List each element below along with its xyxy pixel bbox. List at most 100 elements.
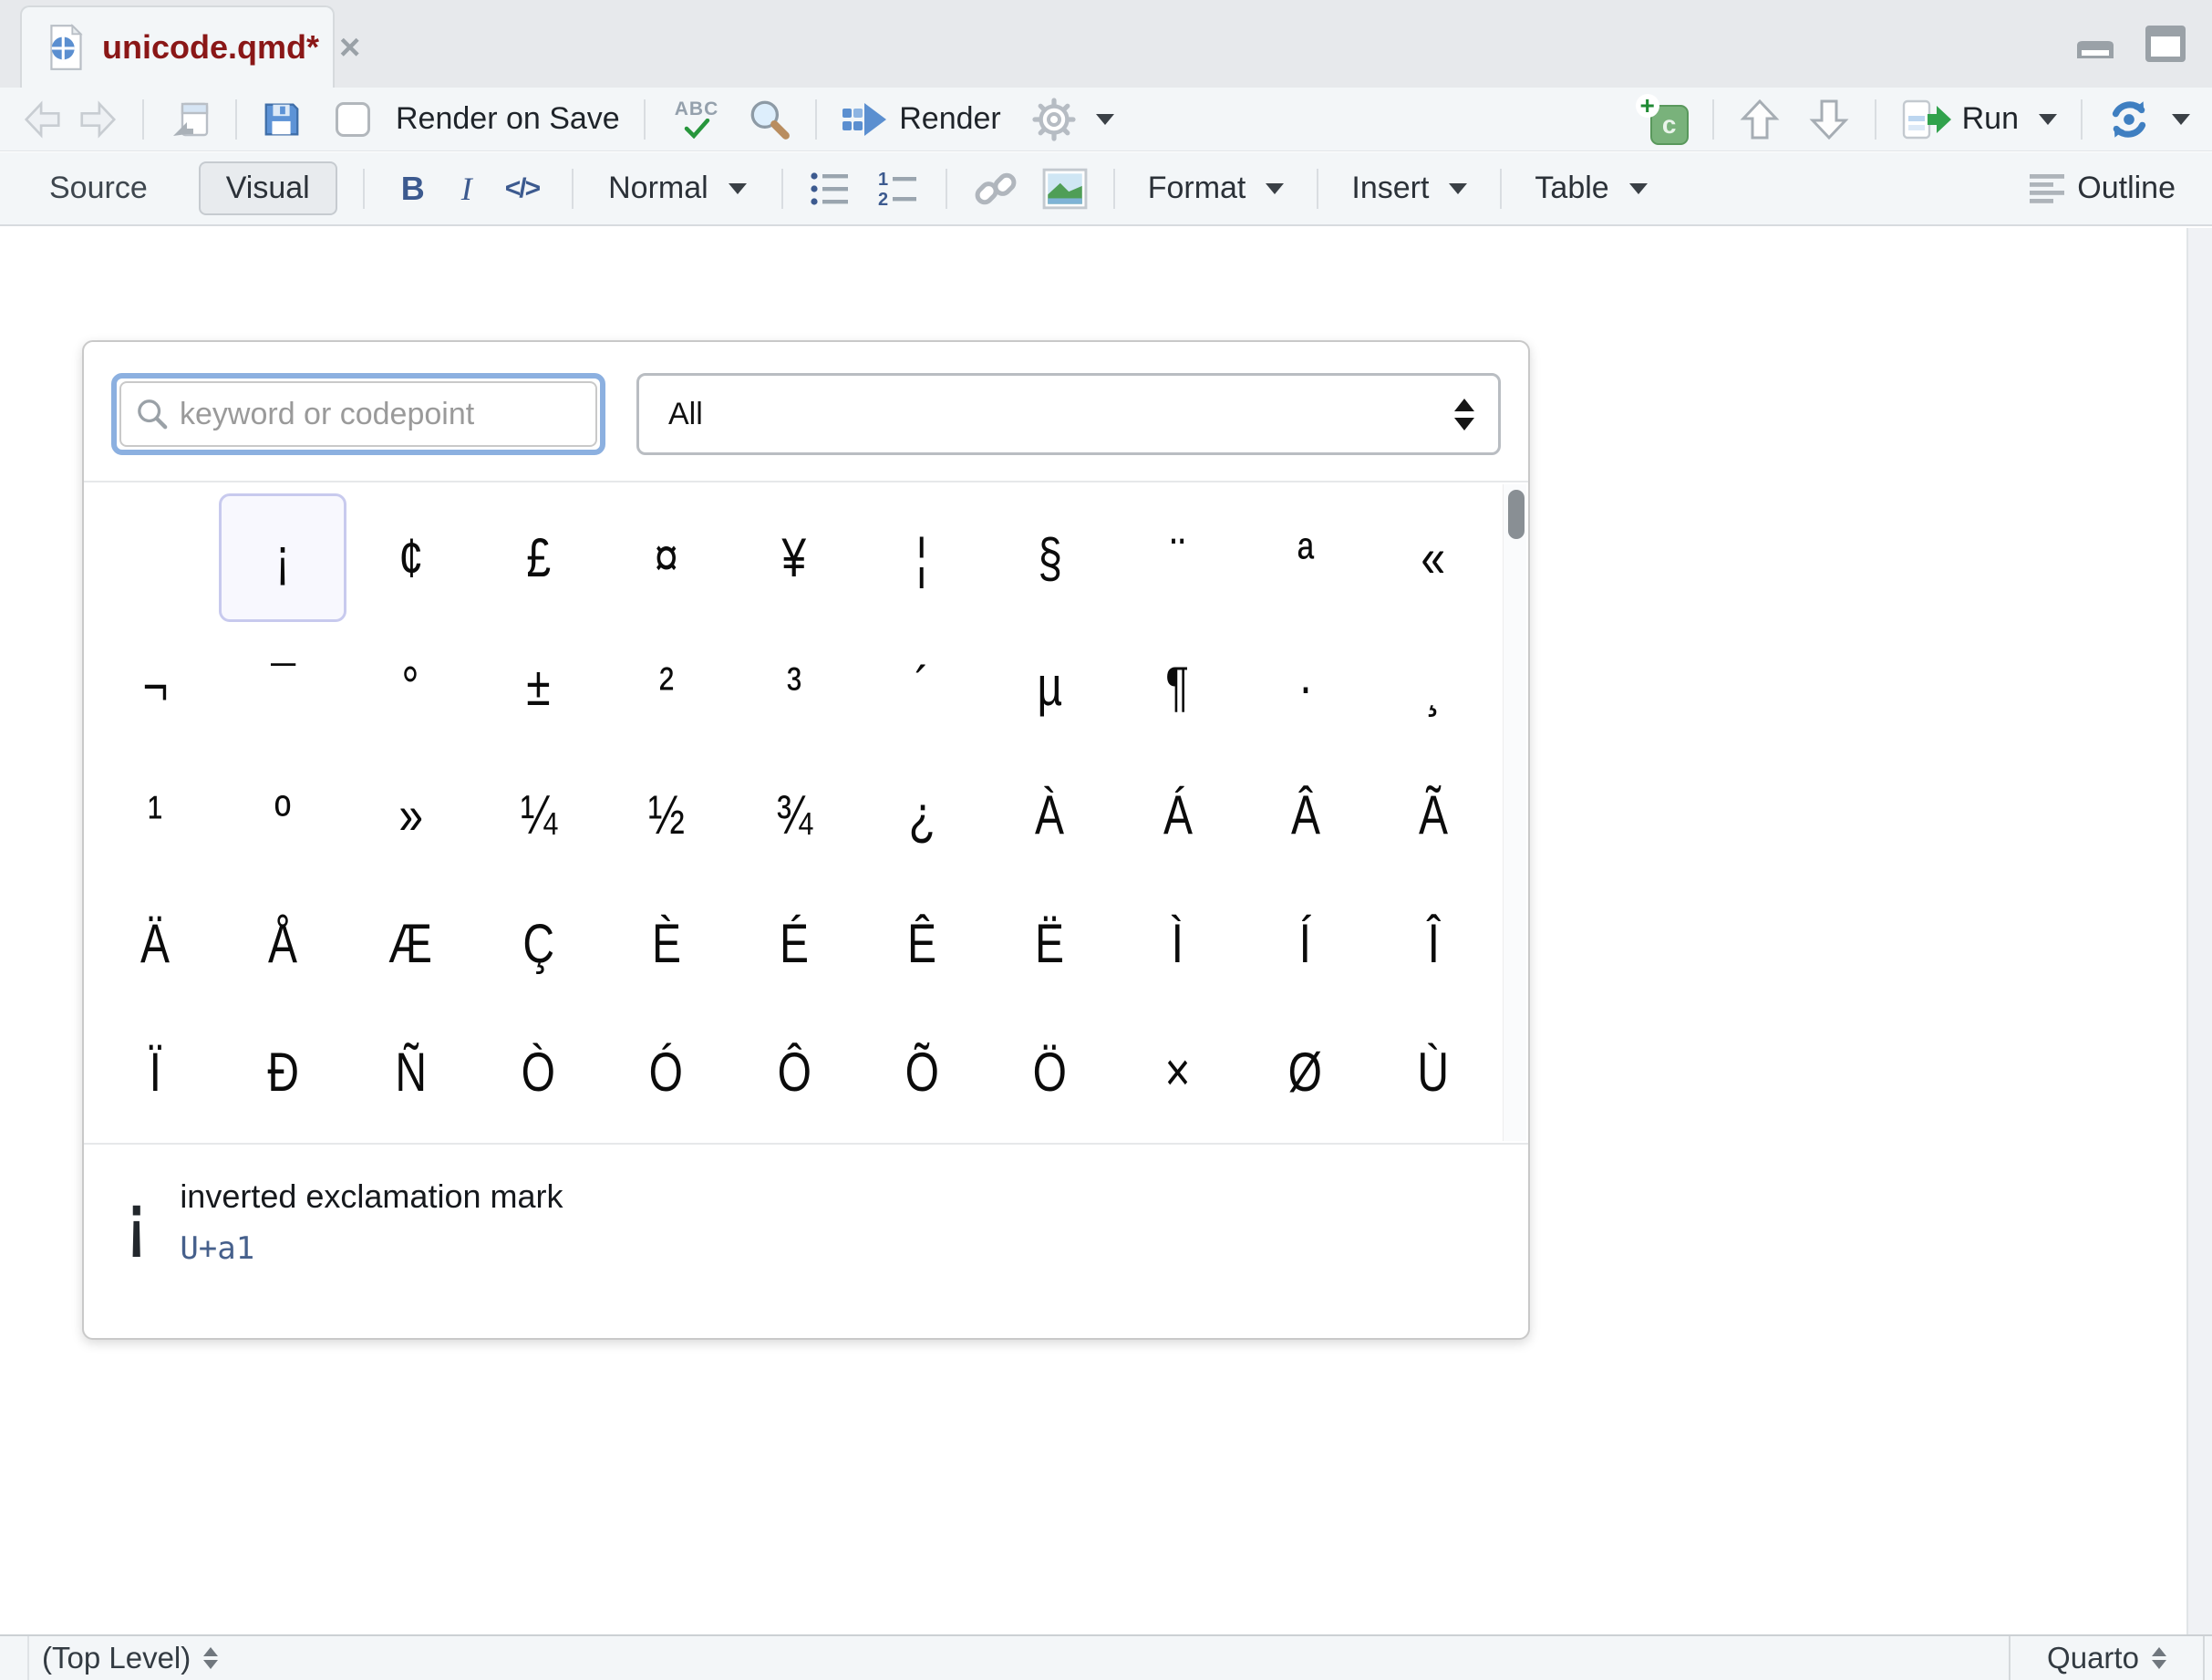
run-button[interactable]: Run xyxy=(1900,98,2057,141)
maximize-icon[interactable] xyxy=(2143,24,2188,64)
editor-canvas[interactable]: All ¡¢£¤¥¦§¨ª«¬¯°±²³´µ¶·¸¹º»¼½¾¿ÀÁÂÃÄÅÆÇ… xyxy=(0,228,2212,1634)
italic-button[interactable]: I xyxy=(450,170,483,208)
char-cell[interactable]: Ñ xyxy=(346,1008,474,1136)
link-icon[interactable] xyxy=(973,166,1018,212)
insert-menu[interactable]: Insert xyxy=(1344,171,1474,206)
char-cell[interactable]: ª xyxy=(1242,493,1370,622)
char-cell[interactable]: Ä xyxy=(91,879,219,1008)
char-preview: ¡ inverted exclamation mark U+a1 xyxy=(84,1145,1528,1285)
forward-icon[interactable] xyxy=(77,99,119,140)
char-cell[interactable]: ¨ xyxy=(1113,493,1241,622)
outline-toggle[interactable]: Outline xyxy=(2030,171,2176,206)
char-cell[interactable]: Î xyxy=(1370,879,1497,1008)
char-cell[interactable]: µ xyxy=(986,622,1113,751)
char-cell[interactable]: É xyxy=(730,879,858,1008)
close-icon[interactable]: × xyxy=(339,29,360,66)
char-cell[interactable]: ³ xyxy=(730,622,858,751)
char-cell[interactable]: ¡ xyxy=(219,493,346,622)
char-cell[interactable]: ¥ xyxy=(730,493,858,622)
char-cell[interactable]: ¼ xyxy=(475,751,603,879)
search-input[interactable] xyxy=(119,381,597,447)
source-mode-button[interactable]: Source xyxy=(36,171,160,206)
char-cell[interactable]: ± xyxy=(475,622,603,751)
render-button[interactable]: Render xyxy=(841,99,1001,140)
numbered-list-icon[interactable]: 1 2 xyxy=(876,169,920,209)
paragraph-style-dropdown[interactable]: Normal xyxy=(599,171,756,206)
code-button[interactable]: </> xyxy=(498,173,546,204)
char-cell[interactable]: £ xyxy=(475,493,603,622)
char-cell[interactable]: ¦ xyxy=(858,493,986,622)
char-cell[interactable]: ¤ xyxy=(603,493,730,622)
grid-scrollbar-thumb[interactable] xyxy=(1508,490,1525,539)
back-icon[interactable] xyxy=(22,99,64,140)
char-cell[interactable]: Ö xyxy=(986,1008,1113,1136)
category-select[interactable]: All xyxy=(636,373,1501,455)
char-cell[interactable]: ¢ xyxy=(346,493,474,622)
char-cell[interactable]: Â xyxy=(1242,751,1370,879)
table-menu[interactable]: Table xyxy=(1527,171,1654,206)
char-cell[interactable]: Ë xyxy=(986,879,1113,1008)
save-icon[interactable] xyxy=(261,99,303,140)
char-cell[interactable]: À xyxy=(986,751,1113,879)
char-cell[interactable]: Õ xyxy=(858,1008,986,1136)
render-options-button[interactable] xyxy=(1032,98,1114,141)
char-cell[interactable]: · xyxy=(1242,622,1370,751)
char-cell[interactable]: ½ xyxy=(603,751,730,879)
char-cell[interactable]: ¬ xyxy=(91,622,219,751)
char-cell[interactable]: ¸ xyxy=(1370,622,1497,751)
char-cell[interactable]: ¹ xyxy=(91,751,219,879)
char-cell[interactable]: ¯ xyxy=(219,622,346,751)
char-cell[interactable] xyxy=(91,493,219,622)
bold-button[interactable]: B xyxy=(390,170,436,208)
char-cell[interactable]: Ð xyxy=(219,1008,346,1136)
chunk-up-icon[interactable] xyxy=(1738,98,1782,141)
chunk-down-icon[interactable] xyxy=(1807,98,1851,141)
search-in-file-icon[interactable] xyxy=(746,97,791,142)
spellcheck-icon[interactable]: ABC xyxy=(675,99,719,139)
filetype-selector[interactable]: Quarto xyxy=(2009,1636,2205,1680)
minimize-icon[interactable] xyxy=(2072,27,2119,64)
separator xyxy=(781,169,783,209)
grid-scrollbar-track[interactable] xyxy=(1503,484,1526,1141)
char-cell[interactable]: Ò xyxy=(475,1008,603,1136)
image-icon[interactable] xyxy=(1042,168,1088,210)
char-cell[interactable]: Ó xyxy=(603,1008,730,1136)
insert-chunk-icon[interactable]: c + xyxy=(1636,94,1689,145)
char-cell[interactable]: º xyxy=(219,751,346,879)
char-cell[interactable]: « xyxy=(1370,493,1497,622)
scope-selector[interactable]: (Top Level) xyxy=(27,1636,218,1680)
char-cell[interactable]: Å xyxy=(219,879,346,1008)
render-on-save-checkbox[interactable] xyxy=(336,102,370,137)
char-cell[interactable]: § xyxy=(986,493,1113,622)
char-cell[interactable]: Ã xyxy=(1370,751,1497,879)
char-cell[interactable]: ° xyxy=(346,622,474,751)
char-cell[interactable]: ´ xyxy=(858,622,986,751)
char-cell[interactable]: ¿ xyxy=(858,751,986,879)
char-cell[interactable]: Ê xyxy=(858,879,986,1008)
char-cell[interactable]: Ì xyxy=(1113,879,1241,1008)
char-cell[interactable]: Ù xyxy=(1370,1008,1497,1136)
open-in-window-icon[interactable] xyxy=(168,98,212,141)
char-cell[interactable]: Ø xyxy=(1242,1008,1370,1136)
char-cell[interactable]: ² xyxy=(603,622,730,751)
char-cell[interactable]: ¶ xyxy=(1113,622,1241,751)
char-cell[interactable]: Í xyxy=(1242,879,1370,1008)
visual-mode-button[interactable]: Visual xyxy=(199,161,337,215)
char-cell[interactable]: ¾ xyxy=(730,751,858,879)
bullet-list-icon[interactable] xyxy=(809,169,853,209)
char-cell[interactable]: » xyxy=(346,751,474,879)
char-cell[interactable]: × xyxy=(1113,1008,1241,1136)
char-cell[interactable]: È xyxy=(603,879,730,1008)
render-on-save-label[interactable]: Render on Save xyxy=(396,101,620,137)
char-cell[interactable]: Æ xyxy=(346,879,474,1008)
tab-unicode-qmd[interactable]: unicode.qmd* × xyxy=(20,5,335,88)
char-cell[interactable]: Ï xyxy=(91,1008,219,1136)
char-glyph: Æ xyxy=(388,912,432,975)
editor-scroll-gutter[interactable] xyxy=(2186,228,2212,1634)
preview-glyph: ¡ xyxy=(128,1183,145,1258)
format-menu[interactable]: Format xyxy=(1141,171,1292,206)
char-cell[interactable]: Á xyxy=(1113,751,1241,879)
char-cell[interactable]: Ô xyxy=(730,1008,858,1136)
source-tools-icon[interactable] xyxy=(2106,97,2190,142)
char-cell[interactable]: Ç xyxy=(475,879,603,1008)
